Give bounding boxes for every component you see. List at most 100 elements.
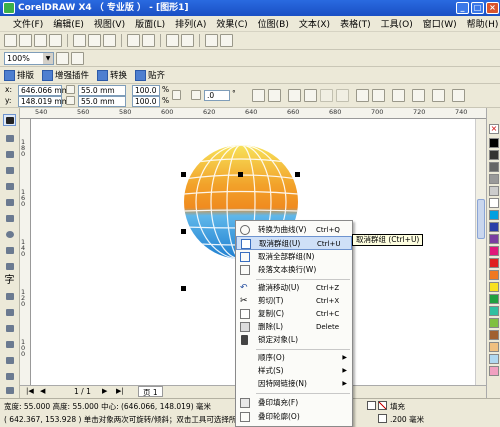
first-page-button[interactable]: |◀: [26, 387, 34, 395]
fill-tool[interactable]: [3, 370, 16, 382]
color-swatch[interactable]: [489, 186, 499, 196]
vertical-scrollbar[interactable]: [475, 119, 486, 385]
menu-edit[interactable]: 编辑(E): [48, 17, 89, 30]
menu-item-cut[interactable]: ✂ 剪切(T) Ctrl+X: [236, 294, 352, 308]
mirror-horizontal-icon[interactable]: [252, 89, 265, 102]
to-back-icon[interactable]: [392, 89, 405, 102]
print-icon[interactable]: [49, 34, 62, 47]
combine-icon[interactable]: [320, 89, 333, 102]
eyedropper-tool[interactable]: [3, 338, 16, 350]
selection-handle[interactable]: [181, 286, 186, 291]
maximize-button[interactable]: □: [471, 2, 484, 14]
app-launcher-icon[interactable]: [205, 34, 218, 47]
align-icon[interactable]: [356, 89, 369, 102]
menu-item-ungroup-all[interactable]: 取消全部群组(N): [236, 250, 352, 264]
previous-page-button[interactable]: ◀: [40, 387, 45, 395]
menu-arrange[interactable]: 排列(A): [170, 17, 211, 30]
text-tool[interactable]: 字: [3, 274, 16, 286]
lock-ratio-icon[interactable]: [172, 90, 181, 100]
menu-item-convert-to-curves[interactable]: 转换为曲线(V) Ctrl+Q: [236, 223, 352, 237]
outline-tool[interactable]: [3, 354, 16, 366]
menu-tools[interactable]: 工具(O): [376, 17, 418, 30]
height-field[interactable]: 55.0 mm: [78, 96, 126, 107]
freehand-tool[interactable]: [3, 180, 16, 192]
crop-tool[interactable]: [3, 148, 16, 160]
color-swatch[interactable]: [489, 162, 499, 172]
menu-item-delete[interactable]: 删除(L) Delete: [236, 320, 352, 334]
convert-plugin-button[interactable]: 转换: [97, 69, 127, 81]
scroll-thumb[interactable]: [477, 199, 485, 239]
menu-item-styles[interactable]: 样式(S) ▶: [236, 364, 352, 378]
pick-tool[interactable]: [3, 114, 16, 126]
menu-item-internet-link[interactable]: 因特网链接(N) ▶: [236, 377, 352, 391]
selection-handle[interactable]: [295, 172, 300, 177]
zoom-options-icon[interactable]: [56, 51, 69, 65]
zoom-tool[interactable]: [3, 164, 16, 176]
menu-item-overprint-fill[interactable]: 叠印填充(F): [236, 396, 352, 410]
menu-file[interactable]: 文件(F): [8, 17, 48, 30]
close-button[interactable]: ×: [486, 2, 499, 14]
break-apart-icon[interactable]: [336, 89, 349, 102]
color-swatch[interactable]: [489, 222, 499, 232]
open-icon[interactable]: [19, 34, 32, 47]
selection-handle[interactable]: [181, 229, 186, 234]
cut-icon[interactable]: [73, 34, 86, 47]
y-position-field[interactable]: 148.019 mm: [18, 96, 69, 107]
next-page-button[interactable]: ▶: [102, 387, 107, 395]
interactive-blend-tool[interactable]: [3, 322, 16, 334]
menu-item-undo-move[interactable]: ↶ 撤消移动(U) Ctrl+Z: [236, 281, 352, 295]
export-icon[interactable]: [181, 34, 194, 47]
menu-item-ungroup[interactable]: 取消群组(U) Ctrl+U: [236, 236, 352, 250]
color-swatch[interactable]: [489, 246, 499, 256]
copy-icon[interactable]: [88, 34, 101, 47]
page-tab[interactable]: 页 1: [138, 386, 163, 397]
color-swatch[interactable]: [489, 234, 499, 244]
color-swatch[interactable]: [489, 306, 499, 316]
intersect-icon[interactable]: [452, 89, 465, 102]
weld-icon[interactable]: [412, 89, 425, 102]
menu-table[interactable]: 表格(T): [335, 17, 376, 30]
color-swatch[interactable]: [489, 210, 499, 220]
group-icon[interactable]: [288, 89, 301, 102]
color-swatch[interactable]: [489, 294, 499, 304]
undo-icon[interactable]: [127, 34, 140, 47]
selection-handle[interactable]: [238, 172, 243, 177]
shape-tool[interactable]: [3, 132, 16, 144]
color-swatch[interactable]: [489, 150, 499, 160]
smart-fill-tool[interactable]: [3, 196, 16, 208]
trim-icon[interactable]: [432, 89, 445, 102]
save-icon[interactable]: [34, 34, 47, 47]
color-swatch[interactable]: [489, 342, 499, 352]
ellipse-tool[interactable]: [3, 228, 16, 240]
menu-help[interactable]: 帮助(H): [462, 17, 500, 30]
rotation-angle-field[interactable]: .0: [204, 90, 230, 101]
dimension-tool[interactable]: [3, 306, 16, 318]
rectangle-tool[interactable]: [3, 212, 16, 224]
interactive-fill-tool[interactable]: [3, 384, 16, 396]
snap-plugin-button[interactable]: 贴齐: [135, 69, 165, 81]
menu-view[interactable]: 视图(V): [89, 17, 130, 30]
color-swatch[interactable]: [489, 198, 499, 208]
to-front-icon[interactable]: [372, 89, 385, 102]
color-swatch[interactable]: [489, 270, 499, 280]
menu-window[interactable]: 窗口(W): [418, 17, 462, 30]
menu-effects[interactable]: 效果(C): [211, 17, 252, 30]
color-swatch[interactable]: [489, 330, 499, 340]
menu-item-order[interactable]: 顺序(O) ▶: [236, 351, 352, 365]
table-tool[interactable]: [3, 290, 16, 302]
layout-plugin-button[interactable]: 排版: [4, 69, 34, 81]
menu-item-overprint-outline[interactable]: 叠印轮廓(O): [236, 410, 352, 424]
zoom-level-combo[interactable]: 100% ▼: [4, 51, 54, 65]
redo-icon[interactable]: [142, 34, 155, 47]
mirror-vertical-icon[interactable]: [268, 89, 281, 102]
color-swatch[interactable]: [489, 366, 499, 376]
width-field[interactable]: 55.0 mm: [78, 85, 126, 96]
welcome-screen-icon[interactable]: [220, 34, 233, 47]
ungroup-icon[interactable]: [304, 89, 317, 102]
color-swatch[interactable]: [489, 354, 499, 364]
no-color-swatch[interactable]: ×: [489, 124, 499, 134]
color-swatch[interactable]: [489, 318, 499, 328]
menu-item-copy[interactable]: 复制(C) Ctrl+C: [236, 307, 352, 321]
paste-icon[interactable]: [103, 34, 116, 47]
basic-shapes-tool[interactable]: [3, 260, 16, 272]
